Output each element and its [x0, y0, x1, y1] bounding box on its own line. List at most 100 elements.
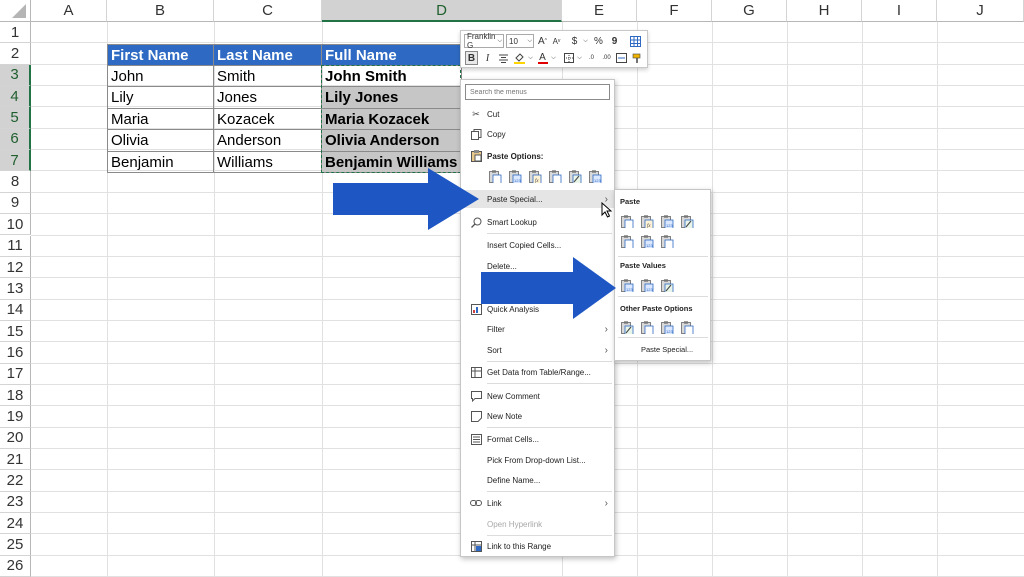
table-cell[interactable]: Lily — [107, 87, 214, 109]
column-header-d[interactable]: D — [322, 0, 562, 22]
table-cell[interactable]: Williams — [214, 152, 322, 173]
italic-button[interactable]: I — [481, 51, 494, 65]
menu-item-new-note[interactable]: New Note — [461, 407, 614, 425]
column-header-e[interactable]: E — [562, 0, 637, 22]
chevron-down-icon[interactable]: ⌵ — [579, 34, 592, 48]
row-header[interactable]: 21 — [0, 449, 31, 471]
row-header[interactable]: 24 — [0, 513, 31, 535]
column-header-g[interactable]: G — [712, 0, 787, 22]
select-all-corner[interactable] — [0, 0, 31, 22]
menu-item-get-data[interactable]: Get Data from Table/Range... — [461, 363, 614, 381]
row-header[interactable]: 4 — [0, 86, 31, 108]
menu-item-format-cells[interactable]: Format Cells... — [461, 430, 614, 448]
row-header[interactable]: 8 — [0, 171, 31, 193]
column-header-i[interactable]: I — [862, 0, 937, 22]
paste-values-icon[interactable]: 123 — [509, 170, 522, 183]
column-header-c[interactable]: C — [214, 0, 322, 22]
column-header-j[interactable]: J — [937, 0, 1024, 22]
row-header[interactable]: 26 — [0, 555, 31, 577]
table-cell[interactable]: Smith — [214, 66, 322, 87]
font-size-box[interactable]: 10 ⌵ — [506, 34, 534, 48]
menu-item-copy[interactable]: Copy — [461, 125, 614, 143]
table-cell[interactable]: Maria Kozacek — [322, 109, 462, 130]
paste-formulas-icon[interactable]: fx — [529, 170, 542, 183]
merge-cells-icon[interactable] — [615, 51, 628, 65]
decrease-font-icon[interactable]: Av — [550, 34, 563, 48]
row-header[interactable]: 5 — [0, 107, 31, 129]
row-header[interactable]: 10 — [0, 214, 31, 236]
paste-icon[interactable] — [621, 215, 634, 228]
paste-transpose-icon[interactable] — [549, 170, 562, 183]
submenu-paste-special[interactable]: Paste Special... — [641, 345, 693, 354]
menu-item-sort[interactable]: Sort › — [461, 341, 614, 359]
table-cell[interactable]: Anderson — [214, 130, 322, 152]
table-cell[interactable]: John — [107, 66, 214, 87]
table-cell[interactable]: John Smith — [322, 66, 462, 87]
increase-font-icon[interactable]: A ^ — [536, 34, 549, 48]
row-header[interactable]: 6 — [0, 128, 31, 151]
row-header[interactable]: 22 — [0, 470, 31, 492]
row-header[interactable]: 2 — [0, 43, 31, 65]
table-header-full-name[interactable]: Full Name — [322, 44, 462, 66]
table-cell[interactable]: Jones — [214, 87, 322, 109]
row-header[interactable]: 1 — [0, 22, 31, 44]
column-header-a[interactable]: A — [31, 0, 107, 22]
row-header[interactable]: 15 — [0, 320, 31, 343]
menu-item-filter[interactable]: Filter › — [461, 320, 614, 338]
font-name-box[interactable]: Franklin G ⌵ — [464, 32, 504, 50]
paste-other-icon[interactable] — [641, 321, 654, 334]
table-cell[interactable]: Olivia — [107, 130, 214, 152]
menu-item-smart-lookup[interactable]: Smart Lookup — [461, 213, 614, 231]
row-header[interactable]: 3 — [0, 64, 31, 87]
align-center-icon[interactable] — [497, 51, 510, 65]
paste-icon[interactable]: fx — [641, 215, 654, 228]
table-cell[interactable]: Benjamin — [107, 152, 214, 173]
row-header[interactable]: 17 — [0, 363, 31, 385]
menu-item-new-comment[interactable]: New Comment — [461, 387, 614, 405]
row-header[interactable]: 13 — [0, 278, 31, 300]
row-header[interactable]: 12 — [0, 256, 31, 279]
table-cell[interactable]: Olivia Anderson — [322, 130, 462, 152]
percent-button[interactable]: % — [592, 34, 605, 48]
row-header[interactable]: 18 — [0, 384, 31, 407]
paste-icon[interactable]: 123 — [641, 235, 654, 248]
format-table-icon[interactable] — [629, 34, 642, 48]
menu-item-define-name[interactable]: Define Name... — [461, 471, 614, 489]
bold-button[interactable]: B — [465, 51, 478, 65]
row-header[interactable]: 23 — [0, 491, 31, 514]
table-cell[interactable]: Kozacek — [214, 109, 322, 130]
format-painter-icon[interactable] — [631, 51, 644, 65]
paste-values-icon[interactable] — [661, 279, 674, 292]
row-header[interactable]: 7 — [0, 150, 31, 172]
table-cell[interactable]: Lily Jones — [322, 87, 462, 109]
paste-icon[interactable] — [489, 170, 502, 183]
row-header[interactable]: 14 — [0, 299, 31, 321]
table-header-last-name[interactable]: Last Name — [214, 44, 322, 66]
paste-icon[interactable] — [621, 235, 634, 248]
row-header[interactable]: 11 — [0, 235, 31, 257]
paste-icon[interactable] — [681, 215, 694, 228]
search-menus-input[interactable] — [465, 84, 610, 100]
table-header-first-name[interactable]: First Name — [107, 44, 214, 66]
menu-item-pick-from-dropdown[interactable]: Pick From Drop-down List... — [461, 451, 614, 469]
menu-item-cut[interactable]: ✂ Cut — [461, 105, 614, 123]
paste-icon[interactable]: 123 — [661, 215, 674, 228]
paste-values-icon[interactable]: 123 — [641, 279, 654, 292]
paste-other-icon[interactable] — [621, 321, 634, 334]
paste-other-icon[interactable]: 123 — [661, 321, 674, 334]
row-header[interactable]: 16 — [0, 342, 31, 364]
menu-item-paste-special[interactable]: Paste Special... › — [461, 190, 614, 208]
increase-decimal-icon[interactable]: .0 — [585, 51, 598, 65]
paste-values-icon[interactable]: 123 — [621, 279, 634, 292]
table-cell[interactable]: Maria — [107, 109, 214, 130]
paste-formatting-icon[interactable] — [569, 170, 582, 183]
menu-item-insert-copied-cells[interactable]: Insert Copied Cells... — [461, 236, 614, 254]
menu-item-link[interactable]: Link › — [461, 494, 614, 512]
column-header-f[interactable]: F — [637, 0, 712, 22]
menu-item-link-to-range[interactable]: Link to this Range — [461, 537, 614, 555]
decrease-decimal-icon[interactable]: .00 — [600, 51, 613, 65]
paste-other-icon[interactable] — [681, 321, 694, 334]
chevron-down-icon[interactable]: ⌵ — [547, 51, 560, 65]
comma-style-button[interactable]: 9 — [608, 34, 621, 48]
paste-icon[interactable] — [661, 235, 674, 248]
